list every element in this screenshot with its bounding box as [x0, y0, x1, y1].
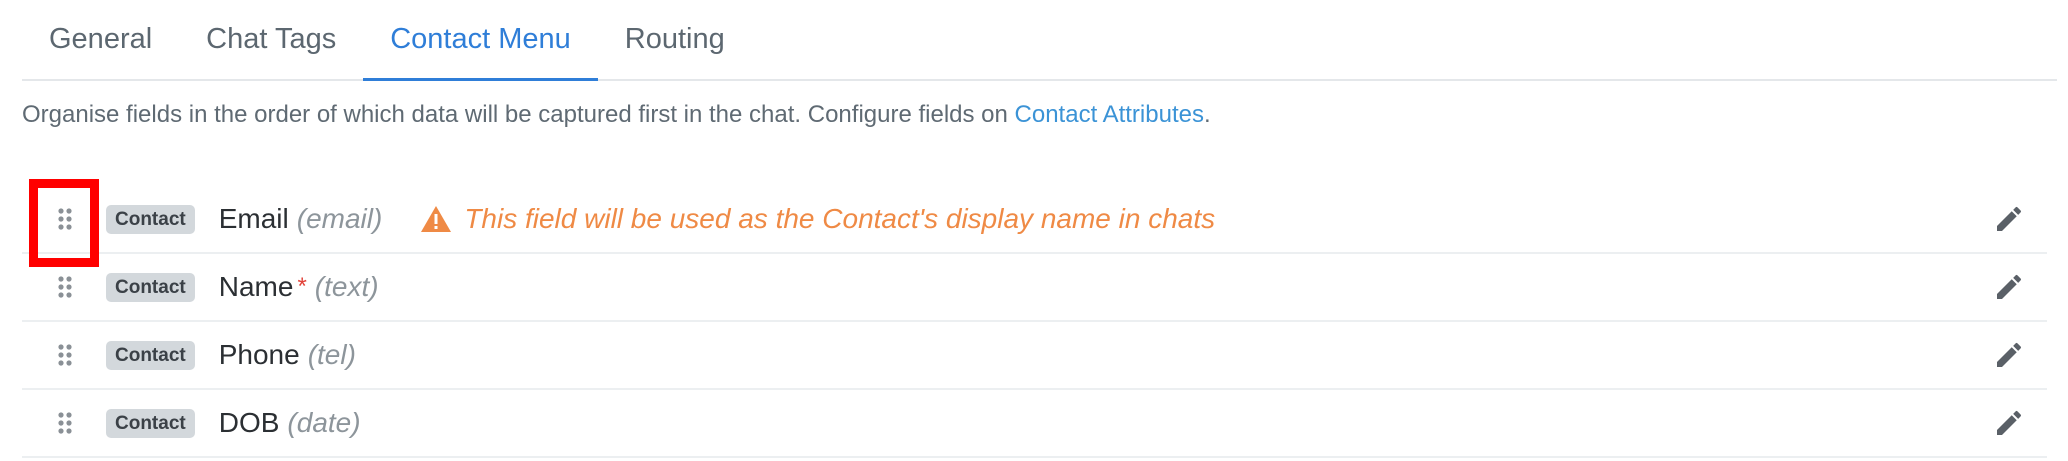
field-row-phone: Contact Phone (tel)	[22, 322, 2047, 390]
required-marker: *	[297, 273, 307, 300]
contact-badge: Contact	[106, 204, 195, 234]
drag-handle-icon[interactable]	[32, 254, 98, 320]
tab-general[interactable]: General	[22, 0, 179, 79]
pencil-icon[interactable]	[1993, 203, 2025, 235]
drag-handle-icon[interactable]	[32, 322, 98, 388]
tab-chat-tags[interactable]: Chat Tags	[179, 0, 363, 79]
tab-routing[interactable]: Routing	[598, 0, 752, 79]
field-type: (text)	[314, 271, 379, 302]
contact-badge: Contact	[106, 272, 195, 302]
contact-badge: Contact	[106, 408, 195, 438]
field-row-name: Contact Name * (text)	[22, 254, 2047, 322]
warning-text: This field will be used as the Contact's…	[464, 203, 1216, 234]
field-type: (tel)	[307, 339, 356, 370]
field-type: (date)	[287, 407, 361, 438]
pencil-icon[interactable]	[1993, 339, 2025, 371]
field-name: Name	[218, 271, 294, 302]
contact-fields-list: Contact Email (email) This field will be…	[22, 179, 2047, 458]
drag-handle-icon[interactable]	[32, 390, 98, 456]
drag-handle-icon[interactable]	[29, 179, 99, 267]
field-name: DOB	[218, 407, 280, 438]
tab-contact-menu[interactable]: Contact Menu	[363, 0, 598, 81]
warning-triangle-icon	[421, 206, 452, 232]
description-text: Organise fields in the order of which da…	[22, 101, 1015, 128]
description-suffix: .	[1203, 101, 1211, 128]
display-name-warning: This field will be used as the Contact's…	[420, 203, 1215, 235]
tab-bar: General Chat Tags Contact Menu Routing	[22, 0, 2057, 81]
field-row-dob: Contact DOB (date)	[22, 390, 2047, 458]
pencil-icon[interactable]	[1993, 271, 2025, 303]
field-name: Phone	[218, 339, 300, 370]
pencil-icon[interactable]	[1993, 407, 2025, 439]
description: Organise fields in the order of which da…	[22, 101, 1211, 129]
contact-attributes-link[interactable]: Contact Attributes	[1015, 101, 1204, 128]
contact-badge: Contact	[106, 340, 195, 370]
field-name: Email	[218, 203, 289, 234]
field-type: (email)	[296, 203, 383, 234]
field-row-email: Contact Email (email) This field will be…	[22, 179, 2047, 267]
